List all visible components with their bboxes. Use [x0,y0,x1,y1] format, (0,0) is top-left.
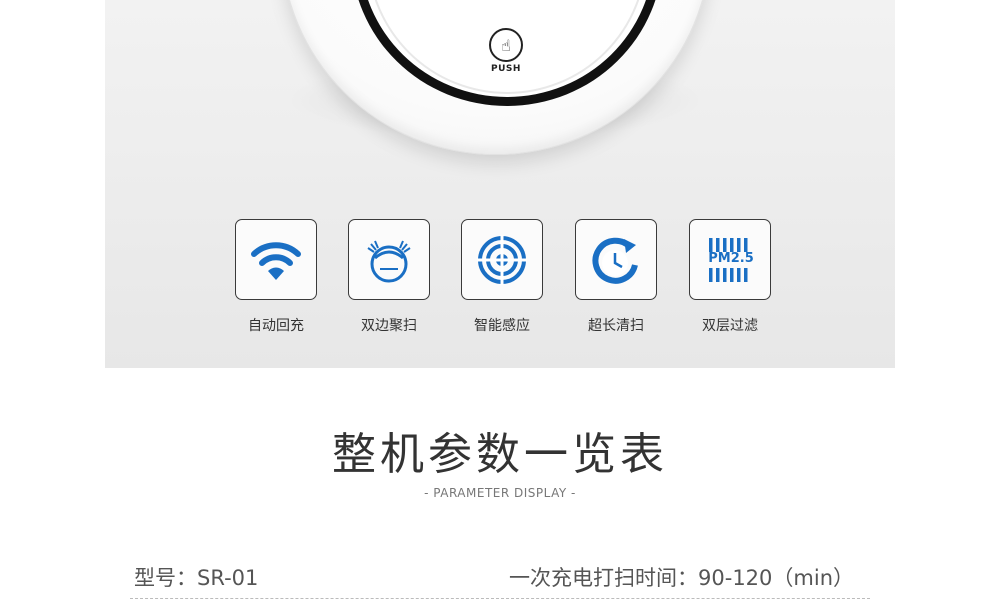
clock-refresh-icon [592,237,638,284]
feature-icon-box [348,219,430,300]
feature-icon-box [461,219,543,300]
product-hero: ☝ PUSH 自动回充 双边聚扫 智能感应 超长清扫 PM2.5 双层过滤 [105,0,895,368]
feature-label: 超长清扫 [588,318,644,334]
param-charge-time: 一次充电打扫时间：90-120（min） [509,566,854,590]
feature-dual-sweep: 双边聚扫 [348,219,430,334]
push-button-icon: ☝ [489,28,523,62]
feature-label: 双边聚扫 [361,318,417,334]
param-row: 型号：SR-01 一次充电打扫时间：90-120（min） [130,560,870,592]
feature-label: 智能感应 [474,318,530,334]
feature-long-clean: 超长清扫 [575,219,657,334]
section-subtitle: - PARAMETER DISPLAY - [424,486,576,500]
feature-auto-recharge: 自动回充 [235,219,317,334]
feature-double-filter: PM2.5 双层过滤 [689,219,771,334]
param-divider [130,598,870,599]
feature-icon-box [575,219,657,300]
feature-label: 双层过滤 [702,318,758,334]
param-model: 型号：SR-01 [134,566,259,590]
feature-icon-box: PM2.5 [689,219,771,300]
feature-icon-box [235,219,317,300]
target-icon [477,234,527,285]
robot-face-icon [367,240,411,282]
feature-smart-sensor: 智能感应 [461,219,543,334]
wifi-icon [251,241,301,280]
push-label: PUSH [491,64,521,74]
section-title: 整机参数一览表 [332,429,668,480]
feature-label: 自动回充 [248,318,304,334]
pm25-text: PM2.5 [708,251,754,266]
